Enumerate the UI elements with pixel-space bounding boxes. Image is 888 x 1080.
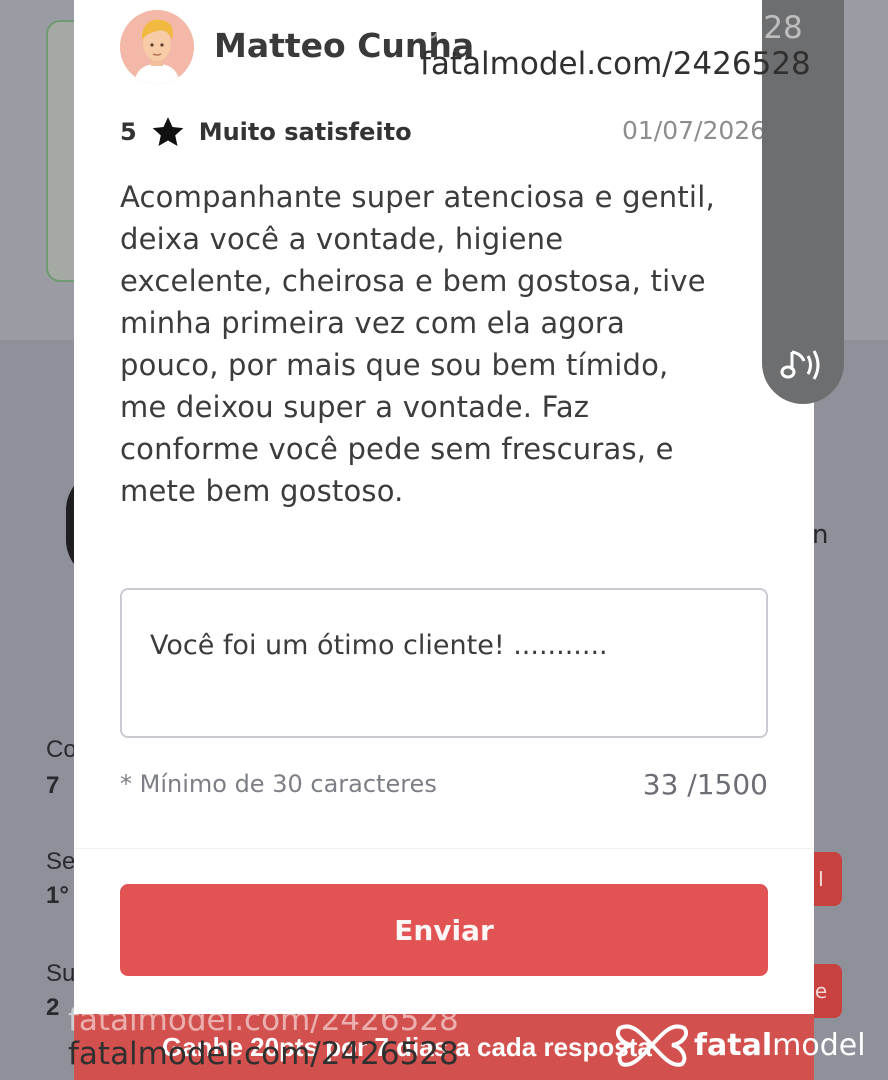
watermark-ghost-bottom: fatalmodel.com/2426528 [68,1002,459,1038]
fatalmodel-brand: fatalmodel [612,1018,866,1072]
reply-textarea[interactable]: Você foi um ótimo cliente! ........... [120,588,768,738]
review-text: Acompanhante super atenciosa e gentil, d… [120,180,715,508]
avatar-illustration [120,10,194,84]
brand-wordmark: fatalmodel [694,1028,866,1063]
background-value-3: 2 [46,994,60,1021]
min-characters-hint: * Mínimo de 30 caracteres [120,770,437,798]
review-date: 01/07/2026 [622,116,767,145]
brand-wordmark-light: model [772,1027,866,1063]
fatalmodel-logo-icon [615,1024,689,1067]
send-button[interactable]: Enviar [120,884,768,976]
rating-label: Muito satisfeito [198,118,412,146]
star-icon [152,117,184,147]
background-label-1: Co [46,736,77,763]
background-value-1: 7 [46,772,60,799]
character-counter: 33 /1500 [642,768,768,801]
music-note-sound-icon[interactable] [778,340,828,390]
avatar [120,10,194,84]
background-label-2: Se [46,848,76,875]
watermark-top: fatalmodel.com/2426528 [420,46,811,82]
watermark-ghost-top: fatalmodel.com/2426528 [412,10,803,46]
background-label-3: Su [46,960,76,987]
background-value-2: 1° [46,882,69,909]
watermark-bottom: fatalmodel.com/2426528 [68,1036,459,1072]
rating-row: 5 Muito satisfeito [120,112,412,152]
brand-wordmark-bold: fatal [694,1027,773,1063]
rating-value: 5 [120,118,137,146]
background-glyph: n [812,520,829,550]
reply-review-modal: Matteo Cunha 5 Muito satisfeito 01/07/20… [74,0,814,1014]
